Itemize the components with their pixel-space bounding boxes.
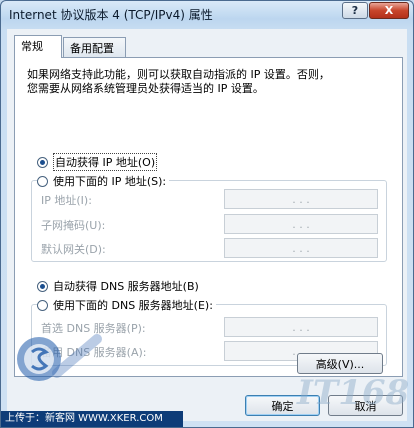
default-gateway-value: . . . [292,241,310,255]
subnet-mask-label: 子网掩码(U): [41,219,106,232]
ip-address-input[interactable]: . . . [224,189,378,209]
title-bar: Internet 协议版本 4 (TCP/IPv4) 属性 ? X [1,1,413,27]
radio-selected-icon [37,280,48,292]
default-gateway-label: 默认网关(D): [41,243,106,256]
preferred-dns-input[interactable]: . . . [224,317,378,337]
intro-text: 如果网络支持此功能，则可以获取自动指派的 IP 设置。否则， 您需要从网络系统管… [27,68,387,96]
tab-general-label: 常规 [21,40,43,53]
auto-ip-radio[interactable]: 自动获得 IP 地址(O) [37,153,158,171]
manual-ip-label: 使用下面的 IP 地址(S): [53,175,167,188]
tab-general[interactable]: 常规 [14,35,62,58]
close-button[interactable]: X [369,2,409,19]
auto-dns-label: 自动获得 DNS 服务器地址(B) [53,280,199,293]
default-gateway-input[interactable]: . . . [224,238,378,258]
preferred-dns-value: . . . [292,320,310,334]
subnet-mask-input[interactable]: . . . [224,214,378,234]
window-title: Internet 协议版本 4 (TCP/IPv4) 属性 [9,8,213,22]
ip-address-value: . . . [292,192,310,206]
auto-ip-label: 自动获得 IP 地址(O) [53,153,158,171]
auto-dns-radio[interactable]: 自动获得 DNS 服务器地址(B) [37,278,199,294]
manual-ip-radio[interactable]: 使用下面的 IP 地址(S): [37,173,170,189]
radio-unselected-icon [37,175,48,187]
radio-selected-icon [37,156,48,168]
ip-address-label: IP 地址(I): [41,194,92,207]
it168-watermark: IT168 [297,373,410,413]
site-logo-watermark [17,334,102,381]
upload-banner: 上传于：新客网 WWW.XKER.COM [1,411,183,427]
help-icon: ? [351,4,359,17]
subnet-mask-value: . . . [292,217,310,231]
tab-alternate-config[interactable]: 备用配置 [63,37,126,57]
manual-dns-label: 使用下面的 DNS 服务器地址(E): [53,299,213,312]
radio-unselected-icon [37,299,48,311]
help-button[interactable]: ? [342,2,368,19]
intro-line-1: 如果网络支持此功能，则可以获取自动指派的 IP 设置。否则， [27,68,330,81]
close-icon: X [384,4,394,17]
advanced-button[interactable]: 高级(V)... [297,353,383,374]
intro-line-2: 您需要从网络系统管理员处获得适当的 IP 设置。 [27,82,264,95]
manual-dns-radio[interactable]: 使用下面的 DNS 服务器地址(E): [37,297,216,313]
tab-alternate-config-label: 备用配置 [70,42,114,55]
dialog-window: Internet 协议版本 4 (TCP/IPv4) 属性 ? X 常规 备用配… [0,0,414,428]
